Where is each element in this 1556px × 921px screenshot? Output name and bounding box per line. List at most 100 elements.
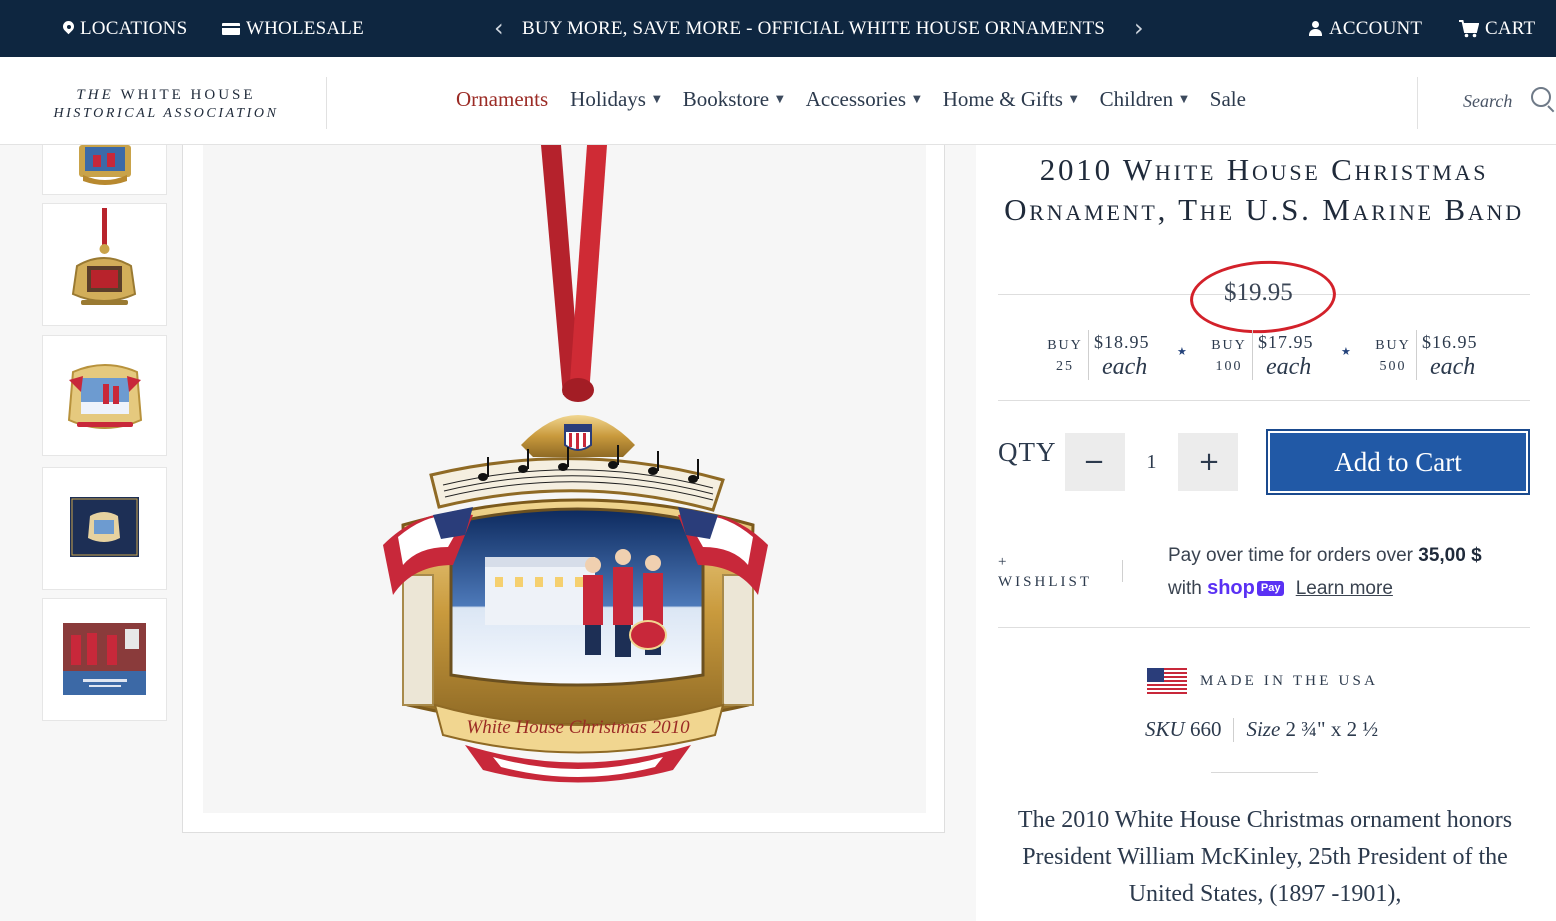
shop-word: shop (1207, 577, 1255, 599)
site-logo[interactable]: THE WHITE HOUSE HISTORICAL ASSOCIATION (36, 87, 296, 122)
divider (1122, 560, 1123, 582)
nav-label: Ornaments (456, 87, 549, 111)
divider (1233, 717, 1235, 742)
star-icon: ★ (1341, 345, 1351, 358)
price-highlight-circle (1188, 257, 1338, 337)
logo-line-2: HISTORICAL ASSOCIATION (53, 106, 279, 121)
tier-buy: BUY 500 (1374, 335, 1412, 377)
tier-buy-label: BUY (1375, 338, 1411, 353)
promo-text: BUY MORE, SAVE MORE - OFFICIAL WHITE HOU… (522, 17, 1106, 39)
nav-label: Accessories (805, 87, 907, 111)
increase-qty-button[interactable]: + (1180, 433, 1238, 491)
location-pin-icon (63, 21, 74, 36)
nav-label: Sale (1209, 87, 1246, 111)
nav-label: Children (1099, 87, 1174, 111)
nav-item-home-gifts[interactable]: Home & Gifts ▼ (943, 87, 1078, 112)
wholesale-card-icon (222, 22, 240, 35)
tier-price: $17.95 (1258, 332, 1314, 352)
tier-qty: 25 (1056, 359, 1074, 374)
sku-size-row: SKU 660 Size 2 ¾" x 2 ½ (1145, 717, 1378, 742)
caret-down-icon: ▼ (652, 94, 661, 105)
tier-separator (1088, 330, 1089, 380)
made-in-usa: MADE IN THE USA (1147, 668, 1378, 694)
divider (998, 627, 1530, 628)
promo-banner[interactable]: BUY MORE, SAVE MORE - OFFICIAL WHITE HOU… (522, 0, 1105, 57)
thumbnail-1[interactable] (42, 145, 167, 195)
caret-down-icon: ▼ (776, 94, 784, 105)
decrease-qty-button[interactable]: − (1065, 433, 1123, 491)
cart-link[interactable]: CART (1459, 0, 1535, 57)
ornament-angle-thumb (67, 364, 143, 429)
ornament-image: White House Christmas 2010 (383, 145, 768, 783)
account-label: ACCOUNT (1329, 17, 1423, 39)
product-title: 2010 White House Christmas Ornament, The… (1004, 152, 1524, 227)
site-header: THE WHITE HOUSE HISTORICAL ASSOCIATION O… (0, 57, 1556, 145)
promo-next-arrow-icon[interactable]: › (1134, 14, 1144, 42)
nav-label: Bookstore (682, 87, 770, 111)
shoppay-threshold: 35,00 $ (1418, 545, 1482, 566)
tier-separator (1252, 330, 1253, 380)
size-label: Size (1246, 717, 1281, 741)
nav-item-sale[interactable]: Sale (1210, 87, 1246, 112)
thumbnail-5[interactable] (42, 598, 167, 721)
logo-line-1: THE WHITE HOUSE (36, 87, 296, 104)
nav-item-bookstore[interactable]: Bookstore ▼ (683, 87, 784, 112)
divider (1211, 772, 1318, 773)
divider (998, 400, 1530, 401)
wholesale-label: WHOLESALE (246, 17, 364, 39)
nav-item-children[interactable]: Children ▼ (1100, 87, 1188, 112)
main-product-image[interactable]: White House Christmas 2010 (203, 145, 926, 813)
tier-separator (1416, 330, 1417, 380)
learn-more-link[interactable]: Learn more (1296, 578, 1393, 599)
account-link[interactable]: ACCOUNT (1308, 0, 1422, 57)
search-icon[interactable] (1531, 87, 1551, 107)
tier-qty: 500 (1379, 359, 1407, 374)
tier-each: each (1102, 354, 1148, 380)
thumbnail-4[interactable] (42, 467, 167, 590)
promo-prev-arrow-icon[interactable]: ‹ (494, 14, 504, 42)
tier-price: $18.95 (1094, 332, 1150, 352)
tier-buy-label: BUY (1211, 338, 1247, 353)
wholesale-link[interactable]: WHOLESALE (222, 0, 364, 57)
wishlist-label: WISHLIST (998, 574, 1092, 590)
thumbnail-2[interactable] (42, 203, 167, 326)
star-icon: ★ (1177, 345, 1187, 358)
ornament-inscription: White House Christmas 2010 (466, 717, 690, 738)
nav-label: Home & Gifts (942, 87, 1063, 111)
nav-item-ornaments[interactable]: Ornaments (456, 87, 548, 112)
nav-item-accessories[interactable]: Accessories ▼ (806, 87, 921, 112)
logo-main: WHITE HOUSE (120, 87, 256, 103)
nav-item-holidays[interactable]: Holidays ▼ (570, 87, 661, 112)
shoppay-text: Pay over time for orders over (1168, 545, 1413, 566)
quantity-input[interactable]: 1 (1125, 433, 1178, 491)
pay-badge: Pay (1256, 581, 1285, 597)
shoppay-with: with (1168, 578, 1202, 599)
user-icon (1308, 21, 1323, 36)
qty-label: QTY (998, 437, 1057, 467)
us-flag-icon (1147, 668, 1187, 694)
tier-price: $16.95 (1422, 332, 1478, 352)
nav-label: Holidays (570, 87, 646, 111)
main-image-frame: White House Christmas 2010 (182, 145, 945, 833)
cart-label: CART (1485, 17, 1536, 39)
logo-prefix: THE (76, 87, 114, 103)
header-divider (326, 77, 327, 129)
wishlist-button[interactable]: + WISHLIST (998, 552, 1092, 592)
product-description: The 2010 White House Christmas ornament … (1017, 807, 1513, 907)
size-value: 2 ¾" x 2 ½ (1285, 717, 1379, 741)
caret-down-icon: ▼ (913, 94, 921, 105)
cart-icon (1459, 19, 1479, 37)
caret-down-icon: ▼ (1180, 94, 1188, 105)
tier-buy-label: BUY (1047, 338, 1083, 353)
tier-each: each (1266, 354, 1312, 380)
shop-pay-installments: Pay over time for orders over 35,00 $ wi… (1168, 540, 1530, 605)
locations-label: LOCATIONS (80, 17, 188, 39)
thumbnail-3[interactable] (42, 335, 167, 456)
ornament-card-thumb (63, 623, 146, 695)
ornament-back-thumb (71, 208, 137, 305)
shop-pay-logo: shop Pay (1207, 577, 1285, 599)
search-input[interactable]: Search (1463, 91, 1512, 112)
locations-link[interactable]: LOCATIONS (63, 0, 187, 57)
caret-down-icon: ▼ (1069, 94, 1078, 105)
add-to-cart-button[interactable]: Add to Cart (1266, 429, 1530, 495)
